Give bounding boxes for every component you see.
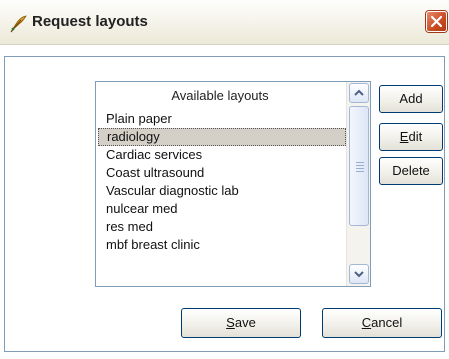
- cancel-access-key: C: [361, 315, 372, 330]
- list-item[interactable]: Vascular diagnostic lab: [98, 182, 346, 200]
- edit-button[interactable]: Edit: [379, 123, 443, 151]
- save-button[interactable]: Save: [181, 308, 301, 338]
- delete-button-label: Delete: [392, 163, 430, 178]
- thumb-grip: [356, 162, 364, 163]
- window-title: Request layouts: [32, 13, 148, 30]
- list-item[interactable]: Plain paper: [98, 110, 346, 128]
- scroll-up-button[interactable]: [349, 83, 369, 103]
- list-item-selected[interactable]: radiology: [98, 128, 346, 146]
- list-item[interactable]: mbf breast clinic: [98, 236, 346, 254]
- scroll-thumb[interactable]: [349, 106, 369, 226]
- list-header: Available layouts: [171, 88, 269, 103]
- vertical-scrollbar[interactable]: [346, 82, 370, 286]
- save-button-label: ave: [234, 315, 256, 330]
- cancel-button[interactable]: Cancel: [322, 308, 442, 338]
- list-items: Plain paper radiology Cardiac services C…: [98, 110, 346, 254]
- edit-button-label: dit: [408, 129, 423, 144]
- chevron-up-icon: [354, 89, 364, 96]
- save-access-key: S: [226, 315, 235, 330]
- thumb-grip: [356, 165, 364, 166]
- add-button-label: Add: [399, 91, 423, 106]
- thumb-grip: [356, 171, 364, 172]
- list-item[interactable]: nulcear med: [98, 200, 346, 218]
- layouts-listbox[interactable]: Available layouts Plain paper radiology …: [95, 81, 371, 287]
- cancel-button-label: ancel: [371, 315, 403, 330]
- close-button[interactable]: [426, 11, 447, 32]
- delete-button[interactable]: Delete: [379, 157, 443, 185]
- scroll-down-button[interactable]: [349, 264, 369, 284]
- title-bar: Request layouts: [0, 0, 449, 45]
- thumb-grip: [356, 168, 364, 169]
- list-item[interactable]: Coast ultrasound: [98, 164, 346, 182]
- chevron-down-icon: [354, 271, 364, 278]
- close-icon: [430, 15, 443, 28]
- feather-icon: [8, 14, 28, 34]
- add-button[interactable]: Add: [379, 85, 443, 113]
- list-item[interactable]: Cardiac services: [98, 146, 346, 164]
- request-layouts-dialog: Request layouts Available layouts Plain …: [0, 0, 449, 359]
- list-item[interactable]: res med: [98, 218, 346, 236]
